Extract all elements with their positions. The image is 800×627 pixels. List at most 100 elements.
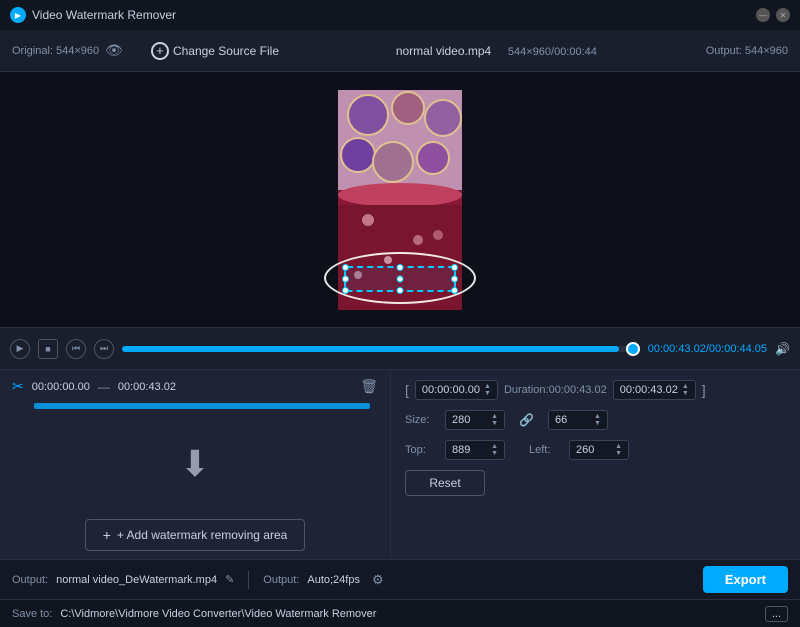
height-up[interactable]: ▲ (594, 413, 601, 420)
time-display: 00:00:43.02/00:00:44.05 (648, 343, 767, 355)
arrow-down-icon: ⬇ (180, 443, 210, 485)
progress-track[interactable] (122, 346, 640, 352)
window-controls: — ✕ (756, 8, 790, 22)
change-source-button[interactable]: + Change Source File (143, 38, 287, 64)
height-input[interactable]: 66 ▲ ▼ (548, 410, 608, 430)
handle-bc[interactable] (397, 287, 404, 294)
timeline-controls: ▶ ■ ⏮ ⏭ 00:00:43.02/00:00:44.05 🔊 (0, 327, 800, 369)
add-plus-icon: + (103, 527, 111, 543)
end-time-input[interactable]: 00:00:43.02 ▲ ▼ (613, 380, 696, 400)
handle-tl[interactable] (342, 264, 349, 271)
end-time-up[interactable]: ▲ (682, 383, 689, 390)
plus-circle-icon: + (151, 42, 169, 60)
reset-button[interactable]: Reset (405, 470, 485, 496)
end-time-down[interactable]: ▼ (682, 390, 689, 397)
size-label: Size: (405, 414, 435, 426)
video-preview (0, 72, 800, 327)
width-up[interactable]: ▲ (491, 413, 498, 420)
handle-ml[interactable] (342, 275, 349, 282)
save-label: Save to: (12, 608, 52, 620)
top-down[interactable]: ▼ (491, 450, 498, 457)
add-area-label: + Add watermark removing area (117, 528, 287, 542)
end-time-spinners[interactable]: ▲ ▼ (682, 383, 689, 397)
original-info: Original: 544×960 👁 (12, 42, 123, 59)
size-row: Size: 280 ▲ ▼ 🔗 66 ▲ ▼ (405, 410, 786, 430)
change-source-label: Change Source File (173, 44, 279, 58)
progress-thumb[interactable] (626, 342, 640, 356)
left-down[interactable]: ▼ (615, 450, 622, 457)
minimize-button[interactable]: — (756, 8, 770, 22)
frame-back-button[interactable]: ⏮ (66, 339, 86, 359)
start-time-up[interactable]: ▲ (484, 383, 491, 390)
top-up[interactable]: ▲ (491, 443, 498, 450)
bottom-panel: ✂ 00:00:00.00 — 00:00:43.02 🗑 ⬇ + + Add … (0, 369, 800, 559)
left-input[interactable]: 260 ▲ ▼ (569, 440, 629, 460)
app-title: Video Watermark Remover (32, 8, 176, 22)
output-label: Output: (12, 574, 48, 586)
bracket-left: [ (405, 382, 409, 398)
handle-tr[interactable] (451, 264, 458, 271)
add-watermark-area-button[interactable]: + + Add watermark removing area (85, 519, 305, 551)
stop-button[interactable]: ■ (38, 339, 58, 359)
height-down[interactable]: ▼ (594, 420, 601, 427)
output-file: normal video_DeWatermark.mp4 (56, 574, 217, 586)
clip-row: ✂ 00:00:00.00 — 00:00:43.02 🗑 (12, 378, 378, 395)
start-time-input[interactable]: 00:00:00.00 ▲ ▼ (415, 380, 498, 400)
output-format-label: Output: (263, 574, 299, 586)
output-info: Output: 544×960 (706, 45, 788, 57)
left-panel: ✂ 00:00:00.00 — 00:00:43.02 🗑 ⬇ + + Add … (0, 370, 390, 559)
handle-mr[interactable] (451, 275, 458, 282)
bracket-right: ] (702, 382, 706, 398)
title-bar: ▶ Video Watermark Remover — ✕ (0, 0, 800, 30)
width-down[interactable]: ▼ (491, 420, 498, 427)
handle-center[interactable] (397, 275, 404, 282)
handle-tc[interactable] (397, 264, 404, 271)
arrow-down-area: ⬇ (12, 417, 378, 511)
handle-br[interactable] (451, 287, 458, 294)
link-icon[interactable]: 🔗 (519, 413, 534, 427)
output-format: Auto;24fps (307, 574, 360, 586)
volume-icon[interactable]: 🔊 (775, 342, 790, 356)
right-panel: [ 00:00:00.00 ▲ ▼ Duration:00:00:43.02 0… (390, 370, 800, 559)
export-button[interactable]: Export (703, 566, 788, 593)
watermark-selection-box[interactable] (344, 266, 456, 292)
time-range-row: [ 00:00:00.00 ▲ ▼ Duration:00:00:43.02 0… (405, 380, 786, 400)
handle-bl[interactable] (342, 287, 349, 294)
separator (248, 571, 249, 589)
position-row: Top: 889 ▲ ▼ Left: 260 ▲ ▼ (405, 440, 786, 460)
title-bar-left: ▶ Video Watermark Remover (10, 7, 176, 23)
browse-button[interactable]: ... (765, 606, 788, 622)
clip-track (34, 403, 370, 409)
top-bar: Original: 544×960 👁 + Change Source File… (0, 30, 800, 72)
start-time-down[interactable]: ▼ (484, 390, 491, 397)
app-icon: ▶ (10, 7, 26, 23)
file-name: normal video.mp4 544×960/00:00:44 (307, 44, 686, 58)
save-bar: Save to: C:\Vidmore\Vidmore Video Conver… (0, 599, 800, 627)
duration-label: Duration:00:00:43.02 (504, 384, 607, 396)
eye-icon[interactable]: 👁 (105, 42, 123, 59)
top-label: Top: (405, 444, 435, 456)
progress-fill (122, 346, 619, 352)
left-spinners[interactable]: ▲ ▼ (615, 443, 622, 457)
play-button[interactable]: ▶ (10, 339, 30, 359)
frame-forward-button[interactable]: ⏭ (94, 339, 114, 359)
gear-icon[interactable]: ⚙ (372, 572, 384, 588)
trash-icon[interactable]: 🗑 (360, 378, 378, 395)
width-spinners[interactable]: ▲ ▼ (491, 413, 498, 427)
left-label: Left: (529, 444, 559, 456)
top-spinners[interactable]: ▲ ▼ (491, 443, 498, 457)
close-button[interactable]: ✕ (776, 8, 790, 22)
output-bar: Output: normal video_DeWatermark.mp4 ✎ O… (0, 559, 800, 599)
file-name-text: normal video.mp4 (396, 44, 491, 58)
top-input[interactable]: 889 ▲ ▼ (445, 440, 505, 460)
save-path: C:\Vidmore\Vidmore Video Converter\Video… (60, 608, 756, 620)
file-duration: 544×960/00:00:44 (508, 46, 597, 58)
video-frame (338, 90, 462, 310)
start-time-spinners[interactable]: ▲ ▼ (484, 383, 491, 397)
clip-separator: — (98, 380, 110, 394)
height-spinners[interactable]: ▲ ▼ (594, 413, 601, 427)
left-up[interactable]: ▲ (615, 443, 622, 450)
original-size: Original: 544×960 (12, 45, 99, 57)
edit-icon[interactable]: ✎ (225, 573, 234, 586)
width-input[interactable]: 280 ▲ ▼ (445, 410, 505, 430)
